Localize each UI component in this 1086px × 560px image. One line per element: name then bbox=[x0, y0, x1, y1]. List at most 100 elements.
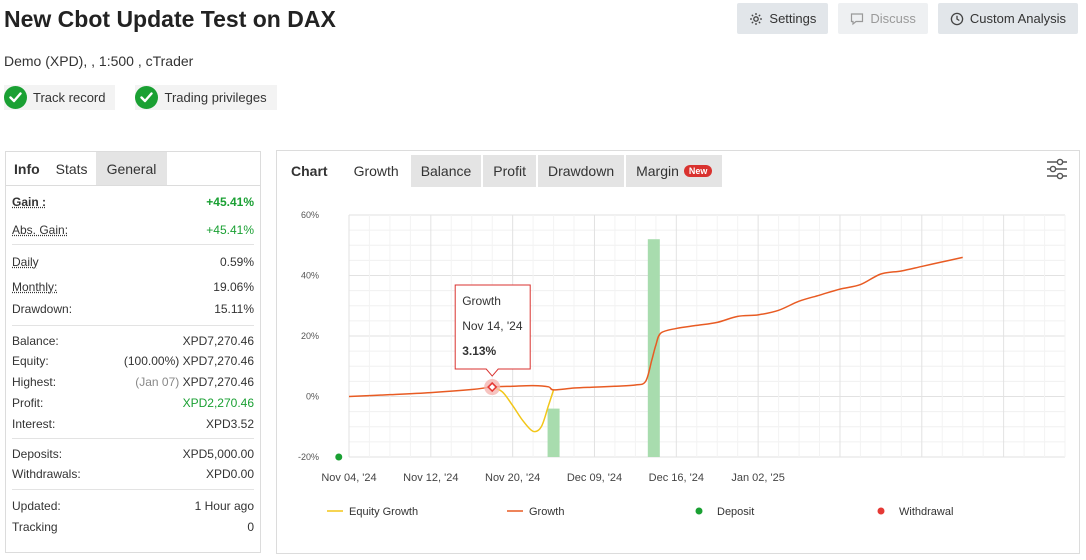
stat-row-deposits: Deposits: XPD5,000.00 bbox=[12, 439, 254, 463]
stat-label: Highest: bbox=[12, 374, 57, 389]
check-icon bbox=[4, 86, 27, 109]
stat-row-daily: Daily 0.59% bbox=[12, 245, 254, 273]
tab-drawdown[interactable]: Drawdown bbox=[537, 155, 625, 187]
stat-label: Drawdown: bbox=[12, 302, 73, 316]
stat-note: (100.00%) bbox=[123, 353, 180, 368]
badge-label: Track record bbox=[33, 90, 106, 105]
gear-icon bbox=[750, 12, 763, 25]
tab-growth[interactable]: Growth bbox=[343, 155, 409, 187]
stat-value: 15.11% bbox=[214, 302, 254, 316]
y-tick-label: 40% bbox=[301, 271, 319, 281]
stat-value: 0.59% bbox=[219, 255, 254, 269]
stats-rows: Gain : +45.41% Abs. Gain: +45.41% Daily … bbox=[6, 186, 260, 537]
stat-row-abs-gain: Abs. Gain: +45.41% bbox=[12, 216, 254, 244]
settings-label: Settings bbox=[769, 11, 817, 26]
tooltip-date: Nov 14, '24 bbox=[462, 319, 523, 333]
stat-row-profit: Profit: XPD2,270.46 bbox=[12, 392, 254, 413]
discuss-label: Discuss bbox=[870, 11, 916, 26]
tab-margin[interactable]: Margin New bbox=[626, 155, 723, 187]
y-tick-label: 20% bbox=[301, 331, 319, 341]
legend-label[interactable]: Growth bbox=[529, 506, 564, 518]
stat-label[interactable]: Monthly: bbox=[12, 280, 57, 294]
y-tick-label: -20% bbox=[298, 452, 319, 462]
stat-row-monthly: Monthly: 19.06% bbox=[12, 273, 254, 297]
y-tick-label: 0% bbox=[306, 392, 319, 402]
stat-note: (Jan 07) bbox=[135, 374, 180, 389]
check-icon bbox=[135, 86, 159, 109]
trading-privileges-badge: Trading privileges bbox=[135, 85, 277, 110]
new-badge: New bbox=[683, 165, 713, 177]
stat-label: Profit: bbox=[12, 395, 44, 410]
stat-row-highest: Highest: (Jan 07) XPD7,270.46 bbox=[12, 371, 254, 392]
legend-label[interactable]: Equity Growth bbox=[349, 506, 418, 518]
stat-row-drawdown: Drawdown: 15.11% bbox=[12, 297, 254, 321]
legend-label[interactable]: Deposit bbox=[717, 506, 754, 518]
growth-chart[interactable]: -20% 0% 20% 40% 60% Nov 04, '24 Nov 12, '24 Nov… bbox=[277, 199, 1079, 553]
tab-balance[interactable]: Balance bbox=[410, 155, 482, 187]
stat-row-gain: Gain : +45.41% bbox=[12, 186, 254, 216]
stat-value: XPD3.52 bbox=[205, 416, 254, 431]
stat-value: XPD5,000.00 bbox=[182, 447, 254, 461]
custom-analysis-label: Custom Analysis bbox=[969, 11, 1066, 26]
stats-panel: Info Stats General Gain : +45.41% Abs. G… bbox=[5, 151, 261, 553]
stat-row-equity: Equity: (100.00%) XPD7,270.46 bbox=[12, 350, 254, 371]
badges: Track record Trading privileges bbox=[4, 85, 277, 110]
stat-label: Tracking bbox=[12, 519, 58, 534]
page-title: New Cbot Update Test on DAX bbox=[4, 6, 336, 32]
top-toolbar: Settings Discuss Custom Analysis bbox=[737, 3, 1078, 34]
tab-general[interactable]: General bbox=[95, 152, 168, 185]
stat-label: Updated: bbox=[12, 499, 61, 513]
stat-value-group: (100.00%) XPD7,270.46 bbox=[124, 354, 254, 368]
account-subtitle: Demo (XPD), , 1:500 , cTrader bbox=[4, 53, 194, 69]
stat-label: Equity: bbox=[12, 353, 49, 368]
stat-row-tracking: Tracking 0 bbox=[12, 516, 254, 537]
x-tick-label: Nov 12, '24 bbox=[403, 472, 458, 484]
stat-value: 19.06% bbox=[213, 280, 254, 294]
badge-label: Trading privileges bbox=[164, 90, 267, 105]
tab-profit[interactable]: Profit bbox=[483, 155, 536, 187]
stats-tabs: Info Stats General bbox=[6, 152, 260, 186]
comment-icon bbox=[851, 12, 864, 25]
x-tick-label: Jan 02, '25 bbox=[731, 472, 784, 484]
filter-settings-icon[interactable] bbox=[1045, 158, 1069, 180]
tooltip-value: 3.13% bbox=[462, 344, 496, 358]
stat-value: +45.41% bbox=[206, 223, 254, 237]
stat-value: XPD7,270.46 bbox=[182, 334, 254, 348]
deposit-marker[interactable] bbox=[335, 453, 343, 461]
stat-value: XPD7,270.46 bbox=[182, 374, 254, 389]
x-tick-label: Nov 20, '24 bbox=[485, 472, 540, 484]
chart-panel: Chart Growth Balance Profit Drawdown Mar… bbox=[276, 150, 1080, 554]
stat-label: Balance: bbox=[12, 334, 59, 348]
y-tick-label: 60% bbox=[301, 210, 319, 220]
discuss-button[interactable]: Discuss bbox=[838, 3, 928, 34]
legend-swatch bbox=[877, 507, 885, 515]
tab-info[interactable]: Info bbox=[6, 152, 48, 185]
stat-row-withdrawals: Withdrawals: XPD0.00 bbox=[12, 463, 254, 484]
stat-label[interactable]: Daily bbox=[12, 255, 39, 269]
stat-value: 0 bbox=[247, 519, 254, 534]
stat-row-balance: Balance: XPD7,270.46 bbox=[12, 326, 254, 350]
tab-margin-label: Margin bbox=[636, 163, 679, 179]
stat-label[interactable]: Abs. Gain: bbox=[12, 223, 68, 237]
clock-icon bbox=[950, 12, 964, 25]
legend-swatch bbox=[695, 507, 703, 515]
stat-value: +45.41% bbox=[206, 195, 254, 209]
legend-label[interactable]: Withdrawal bbox=[899, 506, 953, 518]
stat-row-updated: Updated: 1 Hour ago bbox=[12, 490, 254, 516]
stat-label[interactable]: Gain : bbox=[12, 195, 46, 209]
x-tick-label: Nov 04, '24 bbox=[321, 472, 376, 484]
deposit-bar[interactable] bbox=[647, 239, 660, 457]
settings-button[interactable]: Settings bbox=[737, 3, 829, 34]
tab-stats[interactable]: Stats bbox=[48, 152, 96, 185]
stat-value: 1 Hour ago bbox=[194, 499, 254, 513]
stat-label: Withdrawals: bbox=[12, 466, 81, 481]
custom-analysis-button[interactable]: Custom Analysis bbox=[937, 3, 1078, 34]
stat-value: XPD7,270.46 bbox=[182, 353, 254, 368]
stat-value: XPD0.00 bbox=[205, 466, 254, 481]
equity-growth-line[interactable] bbox=[491, 386, 555, 433]
tab-chart[interactable]: Chart bbox=[277, 155, 342, 187]
stat-label: Interest: bbox=[12, 416, 56, 431]
x-tick-label: Dec 16, '24 bbox=[649, 472, 704, 484]
deposit-bar[interactable] bbox=[547, 408, 560, 457]
chart-tabs: Chart Growth Balance Profit Drawdown Mar… bbox=[277, 155, 724, 187]
